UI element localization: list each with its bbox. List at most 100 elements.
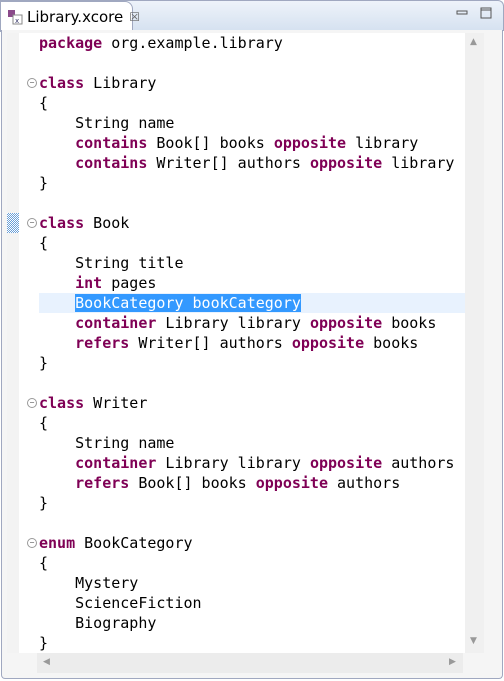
code-text: } — [39, 354, 49, 372]
code-text: books — [364, 334, 419, 352]
code-line[interactable]: refers Writer[] authors opposite books — [39, 333, 465, 353]
scroll-left-icon[interactable]: ◀ — [43, 657, 50, 667]
code-line[interactable]: String name — [39, 113, 465, 133]
code-line[interactable]: contains Book[] books opposite library — [39, 133, 465, 153]
code-line[interactable]: container Library library opposite autho… — [39, 453, 465, 473]
keyword: refers — [75, 334, 130, 352]
keyword: opposite — [309, 314, 383, 332]
code-line[interactable]: } — [39, 353, 465, 373]
code-line[interactable]: } — [39, 173, 465, 193]
keyword: refers — [75, 474, 130, 492]
selected-text: BookCategory bookCategory — [75, 294, 301, 312]
scroll-down-icon[interactable]: ▼ — [470, 636, 477, 646]
keyword: class — [39, 214, 85, 232]
fold-collapse-icon[interactable]: − — [27, 78, 37, 88]
keyword: enum — [39, 534, 76, 552]
occurrence-marker[interactable] — [7, 213, 19, 233]
code-line[interactable]: refers Book[] books opposite authors — [39, 473, 465, 493]
code-line[interactable] — [39, 193, 465, 213]
keyword: contains — [75, 154, 148, 172]
code-line[interactable]: { — [39, 93, 465, 113]
keyword: class — [39, 394, 85, 412]
code-line[interactable] — [39, 373, 465, 393]
xcore-file-icon: x — [7, 9, 23, 25]
scroll-right-icon[interactable]: ▶ — [449, 657, 456, 667]
code-line[interactable]: contains Writer[] authors opposite libra… — [39, 153, 465, 173]
code-text: library — [382, 154, 455, 172]
keyword: container — [75, 314, 157, 332]
code-text: { — [39, 554, 49, 572]
code-line[interactable]: { — [39, 413, 465, 433]
code-text: Biography — [39, 614, 157, 632]
keyword: int — [75, 274, 103, 292]
code-text: String name — [39, 434, 175, 452]
tab-bar: x Library.xcore ☒ — [0, 0, 504, 32]
code-line[interactable]: { — [39, 233, 465, 253]
code-text: BookCategory — [75, 534, 193, 552]
code-line[interactable]: { — [39, 553, 465, 573]
code-text: books — [382, 314, 437, 332]
minimize-icon[interactable] — [456, 7, 468, 19]
code-line[interactable]: ScienceFiction — [39, 593, 465, 613]
scroll-up-icon[interactable]: ▲ — [470, 37, 477, 47]
code-text: Writer — [84, 394, 148, 412]
code-text: Library library — [156, 314, 310, 332]
code-text: authors — [328, 474, 401, 492]
tab-library-xcore[interactable]: x Library.xcore ☒ — [0, 1, 140, 32]
code-text: Book[] books — [147, 134, 274, 152]
code-editor[interactable]: package org.example.library − class Libra… — [7, 33, 465, 653]
code-line[interactable] — [39, 513, 465, 533]
keyword: contains — [75, 134, 148, 152]
keyword: package — [39, 34, 103, 52]
code-text: { — [39, 234, 49, 252]
code-line[interactable]: String title — [39, 253, 465, 273]
close-icon[interactable]: ☒ — [129, 10, 140, 24]
code-line[interactable]: − class Library — [27, 73, 465, 93]
keyword: opposite — [309, 454, 383, 472]
horizontal-scrollbar[interactable]: ◀ ▶ — [37, 653, 463, 673]
code-text: Writer[] authors — [147, 154, 310, 172]
code-line[interactable]: − class Writer — [27, 393, 465, 413]
fold-collapse-icon[interactable]: − — [27, 218, 37, 228]
code-line[interactable]: } — [39, 633, 465, 653]
code-text: Book — [84, 214, 130, 232]
fold-collapse-icon[interactable]: − — [27, 538, 37, 548]
code-area[interactable]: package org.example.library − class Libra… — [27, 33, 465, 653]
code-line[interactable]: − class Book — [27, 213, 465, 233]
code-line[interactable]: int pages — [39, 273, 465, 293]
code-text: authors — [382, 454, 455, 472]
code-text: } — [39, 634, 49, 652]
code-text: Library — [84, 74, 157, 92]
fold-collapse-icon[interactable]: − — [27, 398, 37, 408]
maximize-icon[interactable] — [480, 7, 492, 19]
code-text: { — [39, 414, 49, 432]
code-text: String title — [39, 254, 184, 272]
code-text: pages — [102, 274, 157, 292]
vertical-scrollbar[interactable]: ▲ ▼ — [465, 33, 484, 653]
code-line[interactable]: package org.example.library — [39, 33, 465, 53]
code-text: Writer[] authors — [129, 334, 292, 352]
code-text: String name — [39, 114, 175, 132]
code-text: org.example.library — [102, 34, 283, 52]
code-text: } — [39, 494, 49, 512]
code-line[interactable]: − enum BookCategory — [27, 533, 465, 553]
code-line[interactable]: } — [39, 493, 465, 513]
keyword: container — [75, 454, 157, 472]
code-line[interactable]: container Library library opposite books — [39, 313, 465, 333]
keyword: opposite — [309, 154, 383, 172]
code-line[interactable] — [39, 53, 465, 73]
code-line[interactable]: Biography — [39, 613, 465, 633]
overview-ruler — [7, 33, 19, 653]
code-line[interactable]: String name — [39, 433, 465, 453]
keyword: opposite — [273, 134, 347, 152]
code-line[interactable]: BookCategory bookCategory — [39, 293, 465, 313]
code-line[interactable]: Mystery — [39, 573, 465, 593]
keyword: opposite — [291, 334, 365, 352]
